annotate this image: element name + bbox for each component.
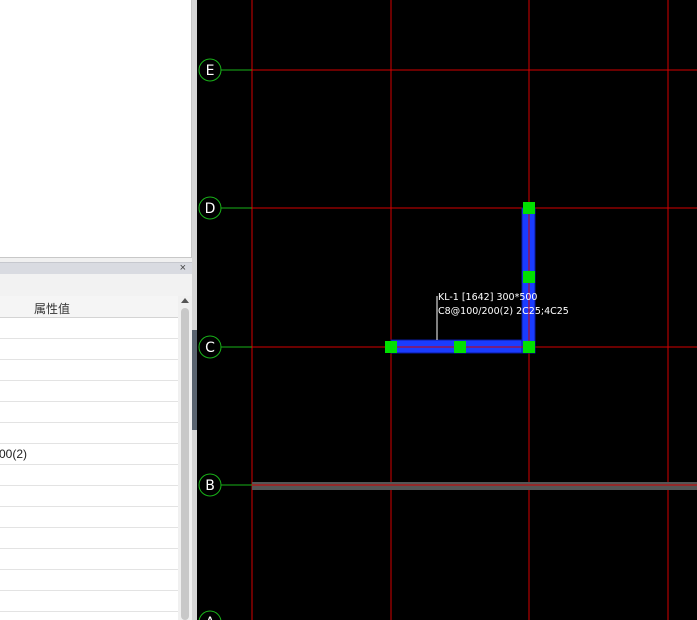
properties-table: 属性值 00(2)	[0, 296, 178, 620]
beam-node[interactable]	[523, 341, 535, 353]
property-value-header: 属性值	[34, 302, 71, 316]
beam-annotation-line2[interactable]: C8@100/200(2) 2C25;4C25	[438, 306, 569, 317]
beam-node[interactable]	[523, 202, 535, 214]
property-row[interactable]	[0, 486, 178, 507]
properties-scrollbar[interactable]	[178, 296, 192, 620]
property-row[interactable]	[0, 360, 178, 381]
property-row[interactable]	[0, 528, 178, 549]
property-row[interactable]	[0, 570, 178, 591]
properties-header: 属性值	[0, 296, 178, 318]
property-row[interactable]	[0, 465, 178, 486]
properties-titlebar: ×	[0, 262, 192, 274]
property-row[interactable]	[0, 549, 178, 570]
beam-annotation-line1[interactable]: KL-1 [1642] 300*500	[438, 292, 537, 303]
property-row[interactable]	[0, 402, 178, 423]
property-row[interactable]	[0, 318, 178, 339]
axis-label-C: C	[205, 340, 215, 356]
property-row[interactable]	[0, 381, 178, 402]
beam-node[interactable]	[385, 341, 397, 353]
axis-line-B-highlight	[252, 482, 697, 490]
property-row[interactable]: 00(2)	[0, 444, 178, 465]
scroll-up-icon[interactable]	[181, 298, 189, 303]
close-icon[interactable]: ×	[180, 261, 186, 275]
property-row[interactable]	[0, 591, 178, 612]
properties-toolbar	[0, 274, 192, 296]
left-panel: × 属性值 00(2)	[0, 0, 196, 620]
property-row[interactable]	[0, 612, 178, 620]
upper-panel	[0, 0, 192, 258]
cad-drawing[interactable]: E D C B A KL-1 [1642] 300*500 C8@100/200…	[197, 0, 697, 620]
property-value: 00(2)	[0, 447, 28, 461]
scroll-thumb[interactable]	[181, 308, 189, 620]
beam-kl-1[interactable]	[385, 202, 536, 354]
property-row[interactable]	[0, 339, 178, 360]
beam-node[interactable]	[523, 271, 535, 283]
beam-node[interactable]	[454, 341, 466, 353]
axis-label-E: E	[206, 63, 215, 79]
axis-label-A: A	[205, 615, 215, 620]
horizontal-axis-lines	[221, 69, 697, 490]
axis-label-B: B	[205, 478, 215, 494]
axis-label-D: D	[205, 201, 216, 217]
drawing-canvas[interactable]: E D C B A KL-1 [1642] 300*500 C8@100/200…	[197, 0, 697, 620]
property-row[interactable]	[0, 423, 178, 444]
property-row[interactable]	[0, 507, 178, 528]
